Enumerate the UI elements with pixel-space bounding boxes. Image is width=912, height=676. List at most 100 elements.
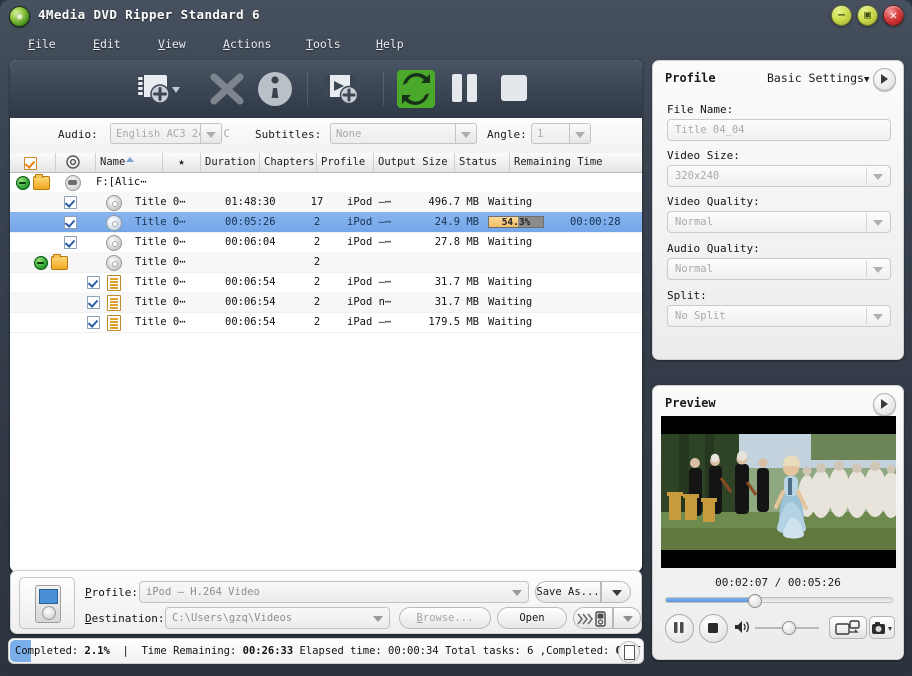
menu-item-edit[interactable]: Edit — [87, 35, 127, 53]
table-row[interactable]: Title 0⋯ 00:06:04 2 iPod —⋯ 27.8 MB Wait… — [10, 232, 642, 253]
header-remaining-time[interactable]: Remaining Time — [510, 153, 642, 172]
row-checkbox[interactable] — [87, 316, 100, 329]
add-profile-button[interactable] — [320, 69, 370, 109]
save-as-button[interactable]: Save As... — [535, 581, 601, 603]
row-duration: 00:06:54 — [225, 272, 285, 292]
row-checkbox[interactable] — [64, 196, 77, 209]
table-row[interactable]: Title 0⋯ 00:06:54 2 iPad —⋯ 179.5 MB Wai… — [10, 312, 642, 333]
header-output-size[interactable]: Output Size — [374, 153, 455, 172]
output-settings-bar: Profile: iPod — H.264 Video Save As... D… — [10, 570, 642, 634]
header-chapters[interactable]: Chapters — [260, 153, 317, 172]
header-profile[interactable]: Profile — [317, 153, 374, 172]
header-remaining-time-label: Remaining Time — [514, 156, 603, 168]
add-file-button[interactable] — [133, 69, 183, 109]
menu-item-file[interactable]: File — [22, 35, 62, 53]
chevron-down-icon[interactable] — [368, 609, 388, 627]
row-checkbox[interactable] — [64, 236, 77, 249]
profile-select[interactable]: iPod — H.264 Video — [139, 581, 529, 603]
preview-pause-button[interactable] — [665, 614, 694, 643]
table-row[interactable]: Title 0⋯ 00:06:54 2 iPod —⋯ 31.7 MB Wait… — [10, 272, 642, 293]
collapse-toggle[interactable] — [34, 256, 48, 270]
seek-handle[interactable] — [748, 594, 762, 608]
device-button[interactable] — [19, 577, 75, 629]
header-name-label: Name — [100, 156, 125, 168]
maximize-button[interactable]: ▣ — [857, 5, 878, 26]
split-select[interactable]: No Split — [667, 305, 891, 327]
chevron-down-icon[interactable] — [200, 124, 221, 143]
basic-settings-dropdown[interactable]: Basic Settings▼ — [767, 71, 869, 85]
table-row[interactable]: F:[Alic⋯ — [10, 172, 642, 193]
audio-select[interactable]: English AC3 2ch (C — [110, 123, 222, 144]
table-row[interactable]: Title 0⋯ 01:48:30 17 iPod —⋯ 496.7 MB Wa… — [10, 192, 642, 213]
header-name[interactable]: Name — [96, 153, 163, 172]
header-status-label: Status — [459, 156, 497, 168]
task-table: Name ★ Duration Chapters Profile Output … — [10, 153, 642, 572]
menu-item-help[interactable]: Help — [370, 35, 410, 53]
seek-slider[interactable] — [665, 597, 893, 603]
chevron-down-icon[interactable] — [866, 307, 889, 325]
angle-select[interactable]: 1 — [531, 123, 591, 144]
select-all-checkbox[interactable] — [24, 157, 37, 170]
audio-quality-select[interactable]: Normal — [667, 258, 891, 280]
menu-item-actions[interactable]: Actions — [217, 35, 277, 53]
table-row[interactable]: Title 0⋯ 00:05:26 2 iPod —⋯ 24.9 MB 54.3… — [10, 212, 642, 233]
profile-panel-title: Profile — [665, 71, 716, 85]
stop-button[interactable] — [495, 69, 535, 109]
log-icon[interactable] — [618, 641, 640, 663]
close-button[interactable]: ✕ — [883, 5, 904, 26]
chevron-down-icon[interactable] — [569, 124, 590, 143]
preview-panel-expand-button[interactable] — [873, 393, 896, 416]
profile-panel-expand-button[interactable] — [873, 68, 896, 91]
header-check[interactable] — [10, 153, 56, 172]
row-checkbox[interactable] — [87, 296, 100, 309]
preview-video[interactable] — [661, 416, 896, 568]
pause-button[interactable] — [447, 69, 483, 109]
table-row[interactable]: Title 0⋯ 2 — [10, 252, 642, 273]
chevron-down-icon[interactable] — [507, 583, 527, 601]
speaker-icon[interactable] — [733, 619, 751, 638]
disc-icon — [106, 195, 122, 211]
row-output-size: 31.7 MB — [414, 272, 479, 292]
row-output-size: 24.9 MB — [414, 212, 479, 232]
convert-button[interactable] — [395, 69, 437, 109]
save-as-dropdown-button[interactable] — [601, 581, 631, 603]
header-status[interactable]: Status — [455, 153, 510, 172]
row-checkbox[interactable] — [87, 276, 100, 289]
row-checkbox[interactable] — [64, 216, 77, 229]
transfer-to-device-button[interactable] — [573, 607, 613, 629]
row-chapters: 2 — [302, 252, 332, 272]
chevron-down-icon[interactable] — [866, 167, 889, 185]
chevron-down-icon[interactable] — [866, 260, 889, 278]
row-remaining-time: 00:00:28 — [570, 212, 640, 232]
table-row[interactable]: Title 0⋯ 00:06:54 2 iPod n⋯ 31.7 MB Wait… — [10, 292, 642, 313]
row-status: Waiting — [488, 272, 548, 292]
header-star[interactable]: ★ — [163, 153, 201, 172]
header-output-size-label: Output Size — [378, 156, 448, 168]
transfer-dropdown-button[interactable] — [613, 607, 641, 629]
destination-select[interactable]: C:\Users\gzq\Videos — [165, 607, 390, 629]
subtitles-select[interactable]: None — [330, 123, 477, 144]
video-size-select[interactable]: 320x240 — [667, 165, 891, 187]
clip-segment-button[interactable] — [829, 616, 867, 639]
open-button[interactable]: Open — [497, 607, 567, 629]
ipod-screen — [39, 589, 58, 604]
snapshot-button[interactable] — [869, 616, 895, 639]
minimize-button[interactable]: – — [831, 5, 852, 26]
preview-stop-button[interactable] — [699, 614, 728, 643]
menu-item-tools[interactable]: Tools — [300, 35, 347, 53]
disc-logo-icon — [9, 6, 30, 27]
chevron-down-icon[interactable] — [866, 213, 889, 231]
video-quality-select[interactable]: Normal — [667, 211, 891, 233]
volume-handle[interactable] — [782, 621, 796, 635]
menu-item-view[interactable]: View — [152, 35, 192, 53]
chevron-down-icon[interactable] — [455, 124, 476, 143]
collapse-toggle[interactable] — [16, 176, 30, 190]
row-chapters: 2 — [302, 272, 332, 292]
header-duration[interactable]: Duration — [201, 153, 260, 172]
remove-button[interactable] — [206, 69, 248, 109]
audio-label: Audio: — [58, 128, 98, 141]
browse-button[interactable]: Browse... — [399, 607, 491, 629]
file-name-field[interactable]: Title 04_04 — [667, 119, 891, 141]
status-tasks-value: 6 — [527, 645, 533, 657]
info-button[interactable] — [254, 69, 296, 109]
